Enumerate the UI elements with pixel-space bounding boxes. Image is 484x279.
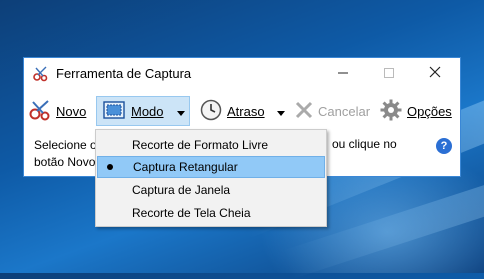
close-button[interactable] — [412, 58, 458, 90]
hint-line-1: Selecione o — [34, 138, 97, 152]
title-bar[interactable]: Ferramenta de Captura — [24, 58, 460, 90]
selected-bullet-icon — [107, 164, 113, 170]
minimize-icon — [338, 65, 348, 83]
delay-button[interactable]: Atraso — [200, 96, 296, 126]
menu-item-label: Captura Retangular — [133, 160, 238, 174]
menu-item-rectangular[interactable]: Captura Retangular — [97, 156, 325, 178]
maximize-button[interactable] — [366, 58, 412, 90]
new-snip-label: Novo — [56, 103, 87, 119]
minimize-button[interactable] — [320, 58, 366, 90]
mode-dropdown-menu: Recorte de Formato Livre Captura Retangu… — [95, 129, 327, 227]
options-button[interactable]: Opções — [380, 96, 460, 126]
cancel-x-icon — [294, 100, 314, 123]
menu-item-label: Recorte de Formato Livre — [132, 138, 269, 152]
hint-text: Selecione o botão Novo — [34, 137, 97, 169]
cancel-label: Cancelar — [318, 103, 371, 119]
window-title: Ferramenta de Captura — [56, 66, 192, 81]
options-label: Opções — [407, 103, 452, 119]
gear-icon — [380, 99, 402, 124]
menu-item-label: Recorte de Tela Cheia — [132, 206, 251, 220]
menu-item-free-form[interactable]: Recorte de Formato Livre — [97, 134, 325, 156]
mode-dropdown-arrow[interactable] — [172, 96, 190, 126]
chevron-down-icon[interactable] — [276, 104, 285, 119]
mode-button[interactable]: Modo — [96, 96, 178, 126]
clock-icon — [200, 99, 222, 124]
menu-item-label: Captura de Janela — [132, 183, 231, 197]
hint-line-2: botão Novo — [34, 155, 96, 169]
menu-item-window[interactable]: Captura de Janela — [97, 179, 325, 201]
maximize-icon — [384, 65, 394, 83]
chevron-down-icon — [176, 104, 185, 119]
hint-line-1-tail: ou clique no — [332, 137, 397, 151]
scissors-icon — [28, 98, 52, 125]
help-icon[interactable]: ? — [436, 138, 452, 154]
menu-item-full-screen[interactable]: Recorte de Tela Cheia — [97, 202, 325, 224]
mode-label: Modo — [131, 103, 164, 119]
new-snip-button[interactable]: Novo — [28, 96, 90, 126]
rectangle-mode-icon — [103, 100, 125, 122]
delay-label: Atraso — [227, 103, 265, 119]
cancel-button[interactable]: Cancelar — [294, 96, 376, 126]
scissors-icon — [33, 66, 49, 82]
toolbar: Novo Modo Atraso Cancelar Opções — [24, 92, 460, 130]
close-icon — [429, 65, 441, 83]
